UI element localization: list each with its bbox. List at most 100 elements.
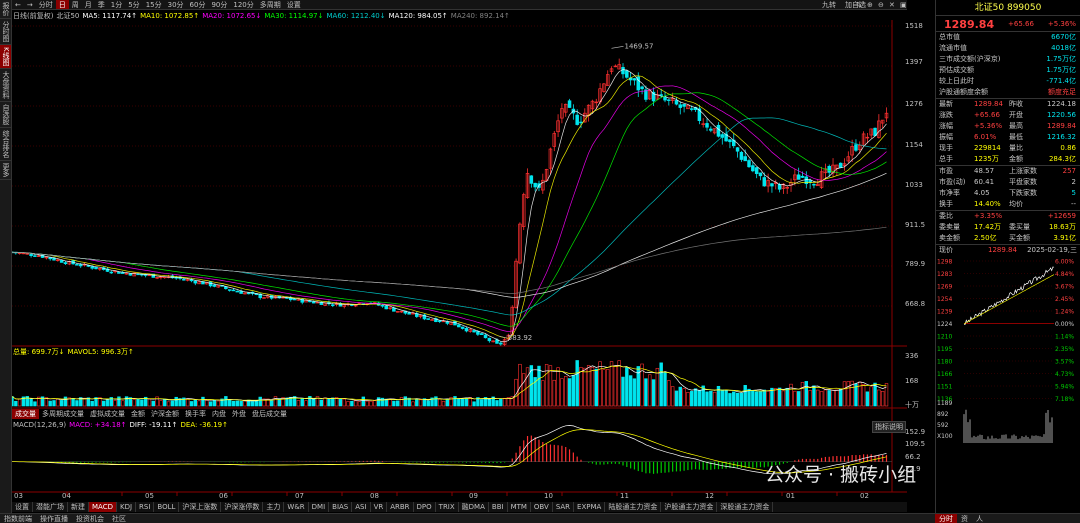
toolbar-right-5[interactable]: ✕ <box>889 0 895 9</box>
side-tab-4[interactable]: 自选股 <box>0 102 11 128</box>
indicator-tab-2[interactable]: 虚拟成交量 <box>87 409 128 419</box>
indicator-tab-7[interactable]: 外盘 <box>229 409 249 419</box>
volume-bar-43 <box>174 396 178 407</box>
indicator-tab-6[interactable]: 内盘 <box>209 409 229 419</box>
bottom-tab-16[interactable]: DPO <box>414 502 436 512</box>
candle-body-170 <box>659 94 663 96</box>
candle-136 <box>529 175 534 188</box>
indicator-tab-3[interactable]: 金额 <box>128 409 148 419</box>
bottom-tab-14[interactable]: VR <box>371 502 388 512</box>
period-tab-4[interactable]: 周 <box>69 0 82 9</box>
status-item-2[interactable]: 投资机会 <box>72 514 108 523</box>
side-tab-6[interactable]: 更多 <box>0 161 11 180</box>
bottom-tab-18[interactable]: 融DMA <box>459 502 489 512</box>
bottom-tab-11[interactable]: DMI <box>309 502 330 512</box>
bottom-tab-17[interactable]: TRIX <box>436 502 459 512</box>
candle-body-53 <box>212 284 217 287</box>
period-tab-9[interactable]: 15分 <box>143 0 165 9</box>
bottom-tab-13[interactable]: ASI <box>352 502 371 512</box>
bottom-tab-2[interactable]: 新建 <box>68 502 89 512</box>
candle-body-207 <box>800 175 805 178</box>
period-tab-10[interactable]: 30分 <box>165 0 187 9</box>
period-tab-6[interactable]: 季 <box>95 0 108 9</box>
time-label-10: 01 <box>786 492 795 500</box>
indicator-tab-4[interactable]: 沪深金额 <box>148 409 182 419</box>
panel.quote-value-3: 6.01% <box>974 133 997 141</box>
mini-left-label-4: 1239 <box>937 309 952 316</box>
intraday-mini-chart[interactable]: 1298 6.00% 1283 4.84% 1269 3.67% 1254 2.45% 1239… <box>936 255 1080 445</box>
status-item-3[interactable]: 社区 <box>108 514 130 523</box>
bottom-tab-6[interactable]: BOLL <box>154 502 180 512</box>
period-tab-5[interactable]: 月 <box>82 0 95 9</box>
bottom-tab-25[interactable]: 沪股通主力资金 <box>661 502 718 512</box>
status-right-0[interactable]: 分时 <box>935 514 957 523</box>
bottom-tab-23[interactable]: EXPMA <box>574 502 606 512</box>
bottom-tab-0[interactable]: 设置 <box>12 502 33 512</box>
volume-bar-16 <box>71 398 75 407</box>
period-tab-13[interactable]: 120分 <box>230 0 256 9</box>
side-tab-3[interactable]: 大盘资料 <box>0 69 11 102</box>
bottom-tab-12[interactable]: BIAS <box>329 502 353 512</box>
bottom-tab-4[interactable]: KDJ <box>117 502 137 512</box>
indicator-help-button[interactable]: 指标说明 <box>872 421 906 433</box>
toolbar-right-0[interactable]: 九转 <box>822 0 836 9</box>
status-item-1[interactable]: 操作直播 <box>36 514 72 523</box>
candle-81 <box>319 301 324 305</box>
candle-193 <box>747 158 751 168</box>
info-value-2: 1.75万亿 <box>1046 55 1076 63</box>
volume-bar-202 <box>781 390 786 407</box>
volume-bar-121 <box>472 401 476 407</box>
status-right-1[interactable]: 资 <box>957 514 972 523</box>
candle-182 <box>705 118 709 132</box>
bottom-tab-26[interactable]: 深股通主力资金 <box>717 502 774 512</box>
bottom-tab-1[interactable]: 潜能广场 <box>33 502 68 512</box>
bottom-tab-9[interactable]: 主力 <box>263 502 285 512</box>
bottom-tab-22[interactable]: SAR <box>553 502 575 512</box>
volume-bar-103 <box>403 396 408 407</box>
side-tab-1[interactable]: 分时图 <box>0 19 11 45</box>
side-tab-0[interactable]: 报价 <box>0 0 11 19</box>
market-info: 总市值 6670亿 流通市值 4018亿 三市成交额(沪深京) 1.75万亿 预估成交额 1.… <box>936 32 1080 98</box>
period-tab-7[interactable]: 1分 <box>108 0 125 9</box>
bottom-tab-20[interactable]: MTM <box>508 502 531 512</box>
bottom-tab-21[interactable]: OBV <box>531 502 553 512</box>
volume-bar-82 <box>323 397 327 407</box>
candle-body-60 <box>239 290 243 294</box>
period-tab-0[interactable]: ← <box>12 0 24 9</box>
indicator-tab-0[interactable]: 成交量 <box>12 409 39 419</box>
period-tab-12[interactable]: 90分 <box>208 0 230 9</box>
volume-bar-160 <box>621 376 625 407</box>
candle-199 <box>770 182 774 193</box>
bottom-tab-15[interactable]: ARBR <box>387 502 414 512</box>
bottom-tab-5[interactable]: RSI <box>136 502 155 512</box>
status-right-2[interactable]: 人 <box>972 514 987 523</box>
toolbar-right-2[interactable]: ⇅ <box>856 0 862 9</box>
period-tab-11[interactable]: 60分 <box>187 0 209 9</box>
bottom-tab-24[interactable]: 陆股通主力资金 <box>605 502 662 512</box>
bottom-tab-10[interactable]: W&R <box>284 502 309 512</box>
period-tab-2[interactable]: 分时 <box>36 0 56 9</box>
toolbar-right-3[interactable]: ⊕ <box>867 0 873 9</box>
volume-bar-224 <box>865 391 870 407</box>
period-tab-15[interactable]: 设置 <box>284 0 304 9</box>
period-tab-8[interactable]: 5分 <box>125 0 142 9</box>
period-tab-3[interactable]: 日 <box>55 0 69 9</box>
bottom-tab-7[interactable]: 沪深上涨数 <box>179 502 222 512</box>
indicator-tab-1[interactable]: 多周期成交量 <box>39 409 87 419</box>
indicator-tab-8[interactable]: 盘后成交量 <box>249 409 290 419</box>
kline-chart[interactable]: 1469.57 583.92 <box>12 20 907 512</box>
indicator-tab-5[interactable]: 换手率 <box>182 409 209 419</box>
toolbar-right-6[interactable]: ▣ <box>900 0 907 9</box>
volume-bar-41 <box>166 401 171 407</box>
period-tab-1[interactable]: → <box>24 0 36 9</box>
bottom-tab-3[interactable]: MACD <box>89 502 117 512</box>
side-tab-5[interactable]: 综合排名 <box>0 128 11 161</box>
bottom-tab-19[interactable]: BBI <box>489 502 508 512</box>
toolbar-right-4[interactable]: ⊖ <box>878 0 884 9</box>
status-item-0[interactable]: 指数前端 <box>0 514 36 523</box>
bottom-tab-8[interactable]: 沪深涨停数 <box>221 502 264 512</box>
period-tab-14[interactable]: 多周期 <box>257 0 284 9</box>
volume-bar-114 <box>445 398 450 407</box>
price-axis-label-1: 1397 <box>905 58 923 66</box>
side-tab-2[interactable]: K线图 <box>0 45 11 69</box>
